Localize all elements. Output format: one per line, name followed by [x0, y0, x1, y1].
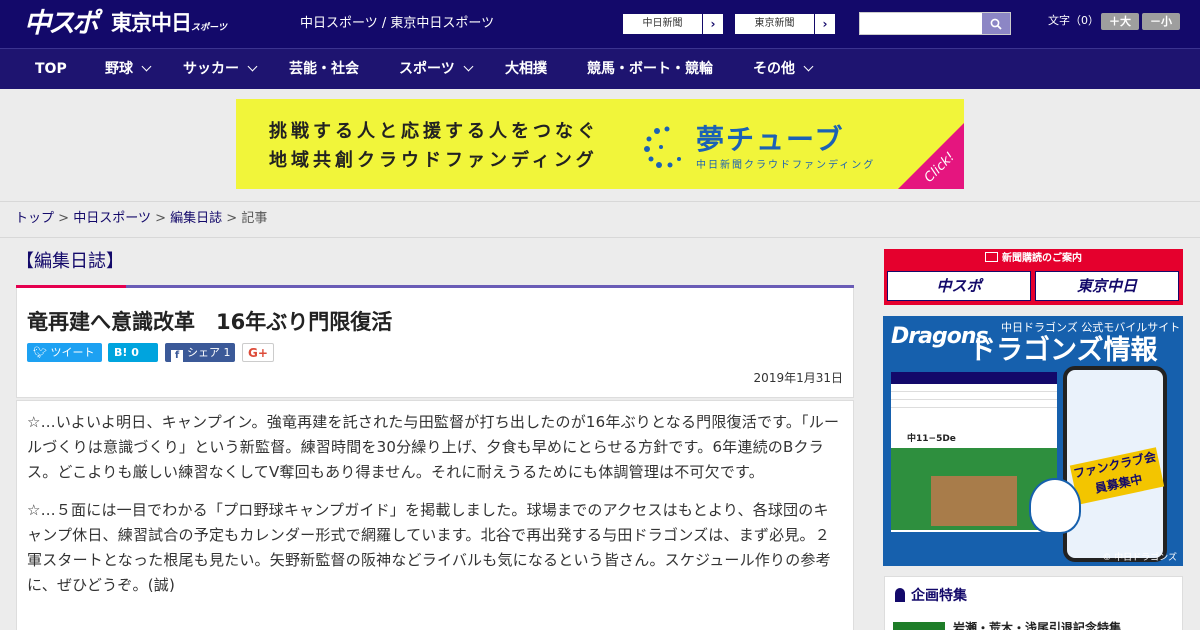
facebook-share-label: シェア 1 [187, 346, 231, 359]
chevron-down-icon [463, 61, 474, 72]
breadcrumb-separator: > [155, 211, 166, 226]
subscription-box: 新聞購読のご案内 中スポ 東京中日 [884, 249, 1183, 305]
banner-line-1: 挑戦する人と応援する人をつなぐ [269, 121, 599, 142]
twitter-icon: 🐦︎ [33, 346, 51, 359]
nav-item-baseball[interactable]: 野球 [105, 49, 152, 90]
doala-mascot-image [1029, 478, 1081, 534]
scoreboard-row [891, 392, 1057, 400]
scoreboard-row [891, 384, 1057, 392]
nav-item-label: 野球 [105, 61, 133, 77]
breadcrumb-link-chunichi-sports[interactable]: 中日スポーツ [73, 211, 151, 226]
nav-item-sports[interactable]: スポーツ [399, 49, 474, 90]
chevron-down-icon [803, 61, 814, 72]
feature-item[interactable]: 岩瀬・荒木・浅尾引退記念特集 [893, 621, 1121, 630]
subscribe-chuspo-button[interactable]: 中スポ [887, 271, 1031, 301]
chevron-right-icon: › [822, 17, 828, 31]
feature-title-text: 企画特集 [911, 588, 967, 604]
feature-item-label: 岩瀬・荒木・浅尾引退記念特集 [953, 621, 1122, 630]
site-title: 中日スポーツ / 東京中日スポーツ [300, 16, 495, 31]
scoreboard-row [891, 400, 1057, 408]
banner-brand-sub: 中日新聞クラウドファンディング [696, 160, 876, 171]
feature-box: 企画特集 岩瀬・荒木・浅尾引退記念特集 [884, 576, 1183, 630]
chunichi-shimbun-link[interactable]: 中日新聞 › [622, 13, 724, 35]
chuspo-logo[interactable]: 中スポ [24, 9, 99, 39]
article-date: 2019年1月31日 [753, 371, 843, 385]
tokyo-chunichi-logo[interactable]: 東京中日スポーツ [111, 11, 227, 40]
facebook-icon: f [171, 350, 183, 362]
subscription-heading-text: 新聞購読のご案内 [1002, 253, 1082, 264]
search-box [859, 12, 1011, 35]
site-header: 中スポ 東京中日スポーツ 中日スポーツ / 東京中日スポーツ 中日新聞 › 東京… [0, 0, 1200, 48]
nav-item-label: サッカー [183, 61, 239, 77]
dots-logo-icon [644, 126, 681, 168]
hatena-bookmark-button[interactable]: B! 0 [108, 343, 158, 362]
subscribe-tokyo-chunichi-button[interactable]: 東京中日 [1035, 271, 1179, 301]
nav-item-other[interactable]: その他 [753, 49, 814, 90]
nav-item-racing[interactable]: 競馬・ボート・競輪 [587, 49, 713, 90]
scoreboard-image: 中11−5De [891, 372, 1057, 558]
breadcrumb-link-editorial-diary[interactable]: 編集日誌 [170, 211, 222, 226]
feature-thumbnail [893, 621, 945, 630]
nav-item-label: 芸能・社会 [289, 61, 359, 77]
section-title: 【編集日誌】 [16, 251, 124, 272]
banner-brand: 夢チューブ [696, 123, 845, 156]
tokyo-logo-text: 東京中日 [111, 11, 192, 35]
nav-item-entertainment[interactable]: 芸能・社会 [289, 49, 359, 90]
article-paragraph: ☆…５面には一目でわかる「プロ野球キャンプガイド」を掲載しました。球場までのアク… [27, 501, 831, 594]
banner-area: 挑戦する人と応援する人をつなぐ 地域共創クラウドファンディング 夢チューブ 中日… [0, 89, 1200, 201]
nav-item-label: 大相撲 [505, 61, 547, 77]
search-icon [990, 18, 1002, 30]
nav-item-label: その他 [753, 61, 795, 77]
article-title: 竜再建へ意識改革 16年ぶり門限復活 [27, 310, 393, 334]
infield-dirt [931, 476, 1017, 526]
breadcrumb-link-top[interactable]: トップ [15, 211, 54, 226]
nav-item-label: TOP [35, 61, 67, 77]
breadcrumb-current: 記事 [241, 211, 268, 226]
subscription-heading: 新聞購読のご案内 [884, 251, 1183, 267]
nav-item-label: スポーツ [399, 61, 455, 77]
dragons-ad-tagline: 中日ドラゴンズ 公式モバイルサイト [1001, 321, 1181, 334]
google-plus-button[interactable]: G+ [242, 343, 274, 362]
font-size-label: 文字（0） [1048, 14, 1099, 27]
nav-item-top[interactable]: TOP [35, 49, 67, 90]
scoreboard-score: 中11−5De [907, 434, 956, 444]
main-nav: TOP 野球 サッカー 芸能・社会 スポーツ 大相撲 競馬・ボート・競輪 その他 [0, 48, 1200, 89]
search-input[interactable] [860, 13, 982, 34]
dragons-copyright: © 中日ドラゴンズ [1102, 553, 1177, 563]
nav-item-soccer[interactable]: サッカー [183, 49, 258, 90]
paper-link-label: 中日新聞 [623, 14, 703, 34]
article-body: ☆…いよいよ明日、キャンプイン。強竜再建を託された与田監督が打ち出したのが16年… [16, 400, 854, 630]
article-header: 竜再建へ意識改革 16年ぶり門限復活 🐦︎ ツイート B! 0 f シェア 1 G… [16, 288, 854, 398]
dragons-ad-title: ドラゴンズ情報 [969, 335, 1158, 366]
breadcrumb-separator: > [58, 211, 70, 226]
scoreboard-header [891, 372, 1057, 384]
crowdfunding-banner[interactable]: 挑戦する人と応援する人をつなぐ 地域共創クラウドファンディング 夢チューブ 中日… [236, 99, 964, 189]
chevron-right-icon: › [710, 17, 716, 31]
ribbon-icon [895, 588, 905, 602]
tokyo-logo-sub: スポーツ [191, 23, 227, 33]
feature-title: 企画特集 [895, 585, 967, 607]
font-smaller-button[interactable]: －小 [1142, 13, 1180, 30]
dragons-mobile-ad[interactable]: Dragons 中日ドラゴンズ 公式モバイルサイト ドラゴンズ情報 中11−5D… [883, 316, 1183, 566]
paper-link-label: 東京新聞 [735, 14, 815, 34]
font-larger-button[interactable]: ＋大 [1101, 13, 1139, 30]
chevron-down-icon [247, 61, 258, 72]
fanclub-banner: ファンクラブ会員募集中 [1069, 447, 1165, 505]
tweet-label: ツイート [50, 346, 95, 359]
breadcrumb-separator: > [226, 211, 238, 226]
scoreboard-footer [891, 532, 1057, 558]
tweet-button[interactable]: 🐦︎ ツイート [27, 343, 102, 362]
nav-item-label: 競馬・ボート・競輪 [587, 61, 713, 77]
newspaper-icon [985, 252, 998, 262]
smartphone-image: ファンクラブ会員募集中 [1063, 366, 1167, 562]
chevron-down-icon [141, 61, 152, 72]
facebook-share-button[interactable]: f シェア 1 [165, 343, 235, 362]
nav-item-sumo[interactable]: 大相撲 [505, 49, 547, 90]
tokyo-shimbun-link[interactable]: 東京新聞 › [734, 13, 836, 35]
banner-line-2: 地域共創クラウドファンディング [269, 150, 598, 171]
search-button[interactable] [982, 13, 1010, 34]
breadcrumb: トップ > 中日スポーツ > 編集日誌 > 記事 [0, 201, 1200, 238]
article-paragraph: ☆…いよいよ明日、キャンプイン。強竜再建を託された与田監督が打ち出したのが16年… [27, 413, 840, 481]
